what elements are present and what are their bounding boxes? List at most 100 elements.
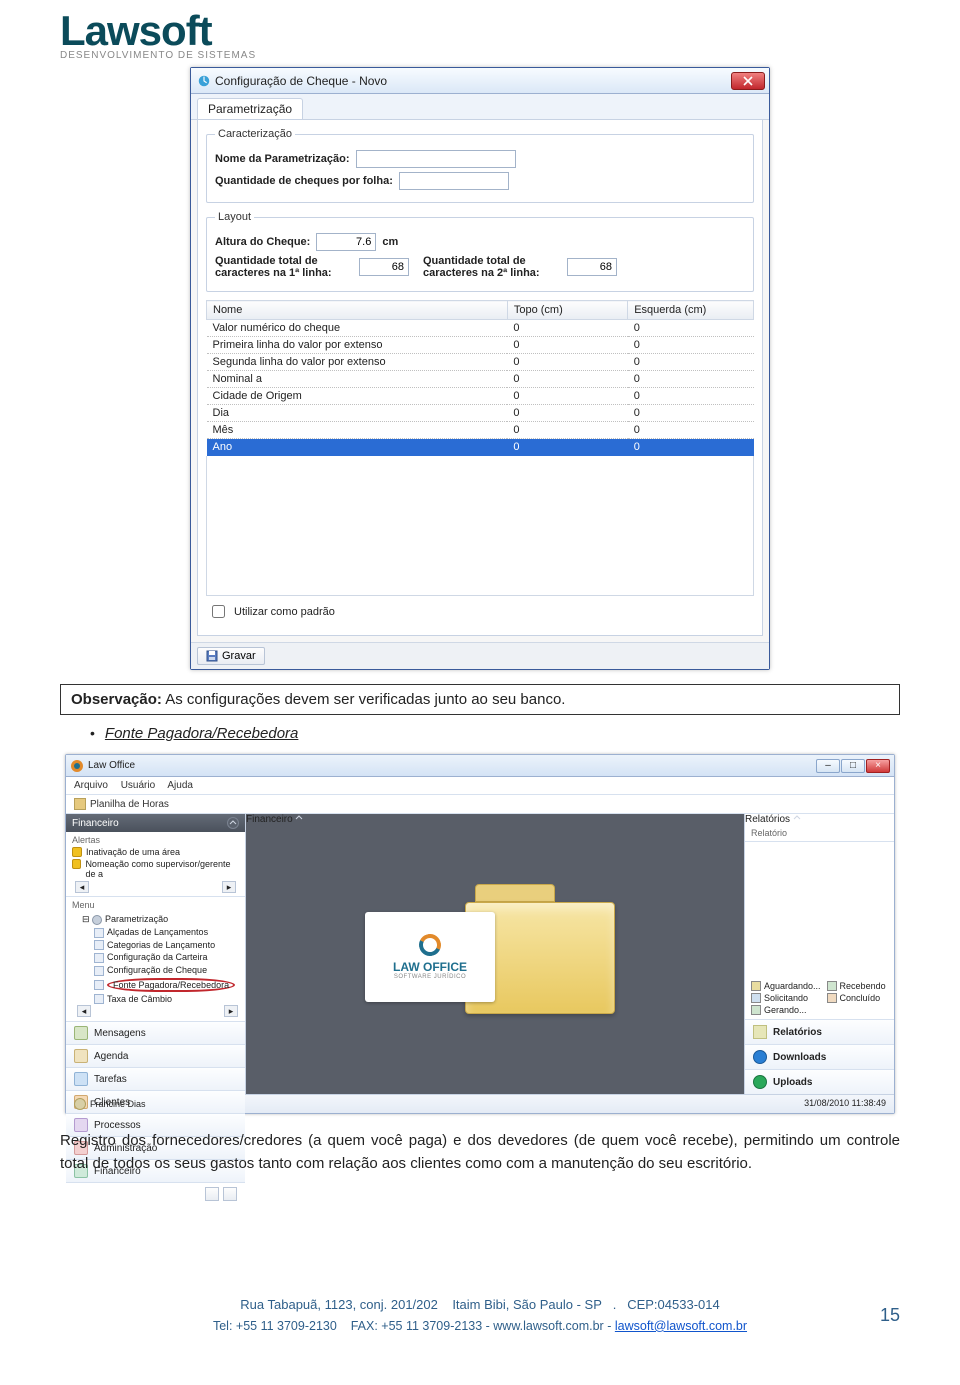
planilha-label[interactable]: Planilha de Horas — [90, 799, 169, 810]
window-title: Configuração de Cheque - Novo — [215, 74, 387, 88]
warning-icon — [72, 859, 81, 869]
logo-ring-icon — [416, 931, 444, 959]
close-button[interactable] — [731, 72, 765, 90]
minimize-button[interactable]: – — [816, 759, 840, 773]
legend-layout: Layout — [215, 211, 254, 223]
alerts-head: Alertas — [72, 835, 239, 845]
product-sub: SOFTWARE JURÍDICO — [394, 974, 466, 980]
app-icon — [70, 759, 84, 773]
doc-icon — [94, 980, 104, 990]
page-number: 15 — [880, 1305, 900, 1326]
footer-fax: FAX: +55 11 3709-2133 - www.lawsoft.com.… — [351, 1319, 612, 1333]
lawoffice-window: Law Office – □ × Arquivo Usuário Ajuda P… — [65, 754, 895, 1114]
gear-icon — [92, 915, 102, 925]
messages-icon — [74, 1026, 88, 1040]
chevron-icon[interactable] — [295, 814, 303, 825]
legend-caracterizacao: Caracterização — [215, 128, 295, 140]
right-item-downloads[interactable]: Downloads — [745, 1044, 894, 1069]
menu-head: Menu — [66, 897, 245, 913]
input-altura[interactable] — [316, 233, 376, 251]
brand-tagline: DESENVOLVIMENTO DE SISTEMAS — [60, 50, 900, 61]
table-empty-area — [206, 456, 754, 596]
save-button[interactable]: Gravar — [197, 647, 265, 665]
chevron-icon[interactable] — [793, 814, 801, 825]
sub-toolbar[interactable]: Planilha de Horas — [66, 795, 894, 814]
user-indicator[interactable]: Francine Dias — [74, 1098, 146, 1110]
panel-head-financeiro[interactable]: Financeiro — [66, 814, 245, 832]
table-row[interactable]: Nominal a00 — [207, 371, 754, 388]
table-row[interactable]: Valor numérico do cheque00 — [207, 320, 754, 337]
mini-scrollbar[interactable]: ◂▸ — [72, 881, 239, 893]
bullet-text: Fonte Pagadora/Recebedora — [105, 725, 298, 742]
save-label: Gravar — [222, 650, 256, 662]
table-row[interactable]: Cidade de Origem00 — [207, 388, 754, 405]
table-row[interactable]: Segunda linha do valor por extenso00 — [207, 354, 754, 371]
tree-item[interactable]: Categorias de Lançamento — [74, 939, 241, 952]
footer-email-link[interactable]: lawsoft@lawsoft.com.br — [615, 1319, 747, 1333]
right-panel-head[interactable]: Relatórios — [745, 814, 894, 825]
mini-scrollbar[interactable]: ◂▸ — [74, 1005, 241, 1017]
table-row[interactable]: Primeira linha do valor por extenso00 — [207, 337, 754, 354]
tree-item[interactable]: Taxa de Câmbio — [74, 993, 241, 1006]
doc-icon — [94, 940, 104, 950]
tree-item-highlighted[interactable]: Fonte Pagadora/Recebedora — [74, 977, 241, 993]
input-qtd-folha[interactable] — [399, 172, 509, 190]
col-topo[interactable]: Topo (cm) — [507, 301, 627, 320]
timestamp: 31/08/2010 11:38:49 — [804, 1098, 886, 1110]
tree-item[interactable]: Configuração da Carteira — [74, 951, 241, 964]
col-nome[interactable]: Nome — [207, 301, 508, 320]
center-panel-head[interactable]: Financeiro — [246, 814, 744, 825]
table-row[interactable]: Mês00 — [207, 422, 754, 439]
table-row[interactable]: Ano00 — [207, 439, 754, 456]
tree-item[interactable]: Alçadas de Lançamentos — [74, 926, 241, 939]
app-close-button[interactable]: × — [866, 759, 890, 773]
menu-arquivo[interactable]: Arquivo — [74, 780, 108, 791]
status-item: Recebendo — [827, 981, 888, 991]
chevron-icon[interactable] — [227, 817, 239, 829]
right-item-uploads[interactable]: Uploads — [745, 1069, 894, 1094]
app-title: Law Office — [88, 760, 135, 771]
planilha-icon — [74, 798, 86, 810]
menu-ajuda[interactable]: Ajuda — [167, 780, 193, 791]
checkbox-default[interactable] — [212, 605, 225, 618]
right-sub-head: Relatório — [745, 825, 894, 842]
description-paragraph: Registro dos fornecedores/credores (a qu… — [60, 1130, 900, 1175]
observation-prefix: Observação: — [71, 691, 162, 708]
sidenav-agenda[interactable]: Agenda — [66, 1044, 245, 1067]
status-item: Concluído — [827, 993, 888, 1003]
tree-item[interactable]: Configuração de Cheque — [74, 964, 241, 977]
alert-item[interactable]: Inativação de uma área — [72, 847, 239, 857]
save-icon — [206, 650, 218, 662]
titlebar[interactable]: Configuração de Cheque - Novo — [191, 68, 769, 94]
input-qtd2[interactable] — [567, 258, 617, 276]
label-altura-unit: cm — [382, 236, 398, 248]
alert-item[interactable]: Nomeação como supervisor/gerente de a — [72, 859, 239, 879]
table-row[interactable]: Dia00 — [207, 405, 754, 422]
footer-district: Itaim Bibi, São Paulo - SP — [452, 1297, 602, 1312]
app-titlebar[interactable]: Law Office – □ × — [66, 755, 894, 777]
right-item-relatorios[interactable]: Relatórios — [745, 1019, 894, 1044]
tab-parametrizacao[interactable]: Parametrização — [197, 98, 303, 119]
col-esquerda[interactable]: Esquerda (cm) — [628, 301, 754, 320]
maximize-button[interactable]: □ — [841, 759, 865, 773]
input-qtd1[interactable] — [359, 258, 409, 276]
input-nome-param[interactable] — [356, 150, 516, 168]
left-sidebar: Financeiro Alertas Inativação de uma áre… — [66, 814, 246, 1094]
label-qtd1: Quantidade total de caracteres na 1ª lin… — [215, 255, 345, 279]
product-name: LAW OFFICE — [393, 960, 467, 974]
observation-text: As configurações devem ser verificadas j… — [162, 691, 566, 708]
doc-icon — [94, 953, 104, 963]
fields-table[interactable]: Nome Topo (cm) Esquerda (cm) Valor numér… — [206, 300, 754, 456]
doc-icon — [94, 928, 104, 938]
cheque-config-window: Configuração de Cheque - Novo Parametriz… — [190, 67, 770, 670]
alerts-panel: Alertas Inativação de uma área Nomeação … — [66, 832, 245, 897]
menu-usuario[interactable]: Usuário — [121, 780, 155, 791]
sidenav-mensagens[interactable]: Mensagens — [66, 1021, 245, 1044]
tree-root[interactable]: ⊟ Parametrização — [74, 913, 241, 926]
nav-tree[interactable]: ⊟ Parametrização Alçadas de Lançamentos … — [66, 913, 245, 1021]
sidenav-tarefas[interactable]: Tarefas — [66, 1067, 245, 1090]
status-legend: Aguardando... Recebendo Solicitando Conc… — [745, 977, 894, 1019]
sidenav-collapse-icons[interactable] — [66, 1182, 245, 1205]
close-icon — [743, 76, 753, 86]
menu-bar[interactable]: Arquivo Usuário Ajuda — [66, 777, 894, 795]
